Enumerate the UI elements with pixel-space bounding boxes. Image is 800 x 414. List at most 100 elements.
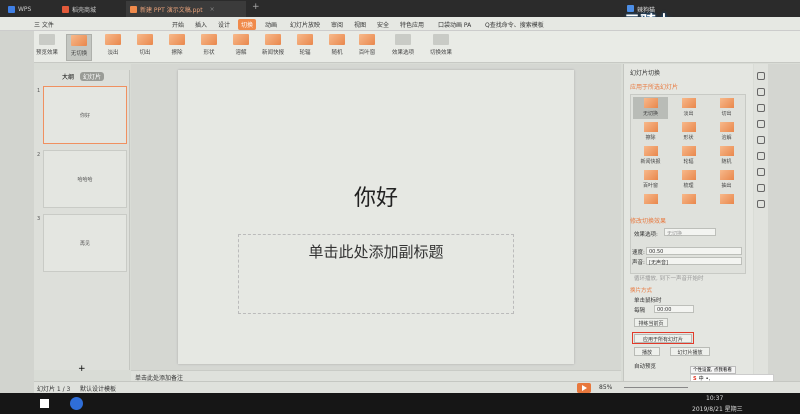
rehearse-button[interactable]: 排练当前页 [634, 318, 668, 327]
search-command[interactable]: Q查找命令、搜索模板 [485, 20, 544, 29]
panel-effect-more[interactable] [709, 193, 744, 215]
menu-transition[interactable]: 切换 [238, 19, 257, 30]
tool-icon[interactable] [757, 136, 765, 144]
tool-icon[interactable] [757, 120, 765, 128]
effect-shape[interactable]: 形状 [196, 34, 222, 61]
effect-fade[interactable]: 淡出 [100, 34, 126, 61]
menu-file[interactable]: 三 文件 [34, 20, 54, 29]
subtitle-placeholder[interactable]: 单击此处添加副标题 [238, 234, 514, 314]
panel-effect-newsflash[interactable]: 新闻快报 [633, 145, 668, 167]
preview-effect-button[interactable]: 预览效果 [34, 34, 60, 61]
effect-dissolve[interactable]: 溶解 [228, 34, 254, 61]
new-tab-icon[interactable]: + [252, 2, 260, 12]
panel-effect-more[interactable] [633, 193, 668, 215]
panel-effect-shape[interactable]: 形状 [671, 121, 706, 143]
menu-animation[interactable]: 动画 [265, 20, 277, 29]
on-click-checkbox[interactable]: 单击鼠标时 [634, 296, 662, 304]
effect-blinds[interactable]: 百叶窗 [354, 34, 380, 61]
tool-icon[interactable] [757, 104, 765, 112]
sound-select[interactable]: [无声音] [646, 257, 742, 266]
tool-icon[interactable] [757, 184, 765, 192]
play-button[interactable]: 播放 [634, 347, 660, 356]
tab-outline[interactable]: 大纲 [62, 72, 74, 81]
slide-thumbnail[interactable]: 你好 [43, 86, 127, 144]
menu-insert[interactable]: 插入 [195, 20, 207, 29]
effect-thumb-icon [137, 34, 153, 45]
tab-slides[interactable]: 幻灯片 [80, 72, 105, 81]
panel-effect-wheel[interactable]: 轮辐 [671, 145, 706, 167]
panel-effect-wipe[interactable]: 擦除 [633, 121, 668, 143]
panel-effect-none[interactable]: 无切换 [633, 97, 668, 119]
every-checkbox[interactable]: 每隔 [634, 306, 645, 314]
effect-option-select[interactable]: 无切换 [664, 228, 716, 237]
add-slide-button[interactable]: + [78, 364, 86, 374]
loop-sound-checkbox[interactable]: 循环播放, 到下一声音开始时 [634, 274, 704, 282]
taskbar: 10:37 2019/8/21 星期三 [0, 393, 800, 414]
menu-bar: 三 文件 开始 插入 设计 切换 动画 幻灯片放映 审阅 视图 安全 特色应用 … [0, 17, 800, 31]
effect-newsflash[interactable]: 新闻快报 [260, 34, 286, 61]
effect-thumb-icon [681, 194, 696, 204]
effect-thumb-icon [297, 34, 313, 45]
tool-icon[interactable] [757, 200, 765, 208]
wps-logo-icon [8, 5, 15, 13]
slide-thumbnail[interactable]: 再见 [43, 214, 127, 272]
sound-label: 声音: [632, 260, 645, 266]
switch-effect-icon [433, 34, 449, 45]
menu-slideshow[interactable]: 幻灯片放映 [290, 20, 320, 29]
panel-effect-more[interactable] [671, 193, 706, 215]
effect-random[interactable]: 随机 [324, 34, 350, 61]
effect-thumb-icon [719, 194, 734, 204]
menu-pocket-animation[interactable]: 口袋动画 PA [438, 20, 471, 29]
panel-title: 幻灯片切换 [630, 70, 661, 77]
effect-wheel[interactable]: 轮辐 [292, 34, 318, 61]
notes-bar[interactable]: 单击此处添加备注 [131, 370, 621, 382]
panel-effect-random[interactable]: 随机 [709, 145, 744, 167]
editing-canvas: 你好 单击此处添加副标题 [131, 64, 621, 370]
effect-thumb-icon [643, 194, 658, 204]
tool-icon[interactable] [757, 168, 765, 176]
effect-thumb-icon [643, 98, 658, 108]
autopreview-checkbox[interactable]: 自动预览 [634, 362, 656, 370]
menu-design[interactable]: 设计 [218, 20, 230, 29]
tab-document[interactable]: 新建 PPT 演示文稿.ppt × [126, 1, 246, 17]
tool-icon[interactable] [757, 152, 765, 160]
effect-thumb-icon [71, 35, 87, 46]
ppt-file-icon [130, 5, 137, 13]
panel-effect-dissolve[interactable]: 溶解 [709, 121, 744, 143]
slideshow-button[interactable]: 幻灯片播放 [670, 347, 710, 356]
tab-wps[interactable]: WPS [4, 1, 44, 17]
speed-input[interactable]: 00.50 [646, 247, 742, 255]
tool-icon[interactable] [757, 72, 765, 80]
effect-thumb-icon [329, 34, 345, 45]
effect-options-button[interactable]: 效果选项 [390, 34, 416, 61]
panel-effect-pull[interactable]: 抽出 [709, 169, 744, 191]
transition-panel: 幻灯片切换 应用于所选幻灯片 无切换 淡出 切出 擦除 形状 溶解 新闻快报 轮… [623, 64, 753, 382]
effect-wipe[interactable]: 擦除 [164, 34, 190, 61]
zoom-level[interactable]: 85% [599, 384, 612, 391]
menu-view[interactable]: 视图 [354, 20, 366, 29]
slide-thumbnail[interactable]: 哈哈哈 [43, 150, 127, 208]
tab-shop[interactable]: 稻壳商城 [58, 1, 122, 17]
panel-effect-fade[interactable]: 淡出 [671, 97, 706, 119]
wps-taskbar-icon[interactable] [70, 397, 83, 410]
zoom-slider[interactable] [624, 387, 688, 388]
play-slideshow-icon[interactable] [577, 383, 591, 393]
tool-icon[interactable] [757, 88, 765, 96]
switch-effect-button[interactable]: 切换效果 [428, 34, 454, 61]
panel-effect-cut[interactable]: 切出 [709, 97, 744, 119]
effect-none[interactable]: 无切换 [66, 34, 92, 61]
menu-home[interactable]: 开始 [172, 20, 184, 29]
menu-review[interactable]: 审阅 [331, 20, 343, 29]
effect-cut[interactable]: 切出 [132, 34, 158, 61]
menu-features[interactable]: 特色应用 [400, 20, 424, 29]
current-slide[interactable]: 你好 单击此处添加副标题 [178, 70, 574, 364]
template-name: 默认设计模板 [80, 386, 117, 393]
every-time-input[interactable]: 00:00 [654, 305, 694, 313]
panel-effect-blinds[interactable]: 百叶窗 [633, 169, 668, 191]
windows-start-icon[interactable] [40, 399, 49, 408]
menu-security[interactable]: 安全 [377, 20, 389, 29]
slide-title[interactable]: 你好 [178, 180, 574, 212]
panel-effect-comb[interactable]: 梳理 [671, 169, 706, 191]
modify-heading: 修改切换效果 [630, 218, 667, 225]
close-tab-icon[interactable]: × [210, 6, 215, 13]
